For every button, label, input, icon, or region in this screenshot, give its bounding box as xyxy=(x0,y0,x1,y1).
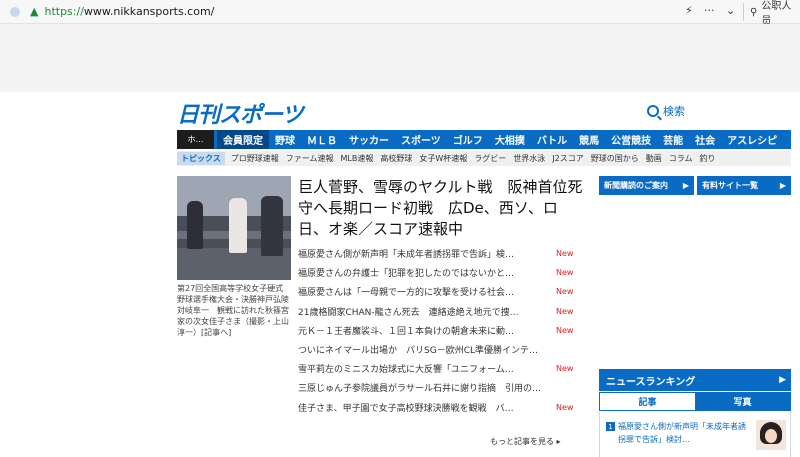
news-list: 福原愛さん側が新声明「未成年者誘拐罪で告訴」検… New 福原愛さんの弁護士「犯罪… xyxy=(298,244,578,417)
subscribe-label: 新聞購読のご案内 xyxy=(604,181,668,190)
url-host: www.nikkansports.com/ xyxy=(83,5,215,18)
topic-link[interactable]: J2スコア xyxy=(552,153,583,164)
browser-address-bar: ▲ https://www.nikkansports.com/ ⚡ ··· ⌄ … xyxy=(0,0,800,27)
nav-item-sumo[interactable]: 大相撲 xyxy=(489,132,531,147)
more-menu-icon[interactable]: ··· xyxy=(704,4,715,17)
more-articles-link[interactable]: もっと記事を見る ▸ xyxy=(490,436,561,447)
secure-lock-icon[interactable]: ▲ xyxy=(30,5,38,18)
subscribe-button[interactable]: 新聞購読のご案内 ▶ xyxy=(599,176,694,195)
search-icon: ⚲ xyxy=(750,6,758,18)
new-badge: New xyxy=(556,249,574,259)
topic-link[interactable]: 野球の国から xyxy=(591,153,639,164)
topic-link[interactable]: 動画 xyxy=(646,153,662,164)
lead-photo[interactable] xyxy=(177,176,291,280)
topic-link[interactable]: ラグビー xyxy=(474,153,506,164)
chevron-down-icon[interactable]: ⌄ xyxy=(726,4,735,17)
list-item[interactable]: ついにネイマール出場か パリSG－欧州CL準優勝インテ… xyxy=(298,340,578,359)
list-item[interactable]: 21歳格闘家CHAN-龍さん死去 連絡途絶え地元で捜… New xyxy=(298,302,578,321)
list-item[interactable]: 福原愛さん側が新声明「未成年者誘拐罪で告訴」検… New xyxy=(298,244,578,263)
nav-item-keiba[interactable]: 競馬 xyxy=(573,132,605,147)
paid-sites-button[interactable]: 有料サイト一覧 ▶ xyxy=(697,176,791,195)
ranking-item-title: 福原愛さん側が新声明「未成年者誘拐罪で告訴」検討… xyxy=(618,422,746,444)
lightning-icon[interactable]: ⚡ xyxy=(685,4,693,17)
chevron-right-icon: ▶ xyxy=(779,375,786,385)
nav-item-golf[interactable]: ゴルフ xyxy=(447,132,489,147)
site-logo[interactable]: 日刊スポーツ xyxy=(177,97,305,128)
new-badge: New xyxy=(556,306,574,316)
nav-item-society[interactable]: 社会 xyxy=(689,132,721,147)
nav-item-mlb[interactable]: ＭＬＢ xyxy=(301,132,343,147)
nav-home[interactable]: ホ… xyxy=(177,130,214,149)
list-item[interactable]: 福原愛さんは「一母親で一方的に攻撃を受ける社会… New xyxy=(298,282,578,301)
nav-item-sports[interactable]: スポーツ xyxy=(395,132,447,147)
photo-person xyxy=(261,196,283,256)
nav-item-members[interactable]: 会員限定 xyxy=(217,130,269,149)
topics-bar: トピックス プロ野球速報 ファーム速報 MLB速報 高校野球 女子W杯速報 ラグ… xyxy=(177,151,791,166)
chevron-right-icon: ▶ xyxy=(682,181,689,190)
nav-item-baseball[interactable]: 野球 xyxy=(269,132,301,147)
ranking-title: ニュースランキング xyxy=(606,376,696,388)
ranking-header[interactable]: ニュースランキング ▶ xyxy=(599,369,791,391)
rank-number: 1 xyxy=(606,422,615,431)
url-scheme: https:// xyxy=(44,5,84,18)
topics-label: トピックス xyxy=(177,152,225,165)
photo-person xyxy=(187,201,203,249)
topic-link[interactable]: ファーム速報 xyxy=(286,153,334,164)
nav-item-athlete-recipe[interactable]: アスレシピ xyxy=(721,132,783,147)
browser-search-box[interactable]: ⚲ 公职人员 xyxy=(750,1,800,27)
topic-link[interactable]: 世界水泳 xyxy=(513,153,545,164)
topic-link[interactable]: プロ野球速報 xyxy=(231,153,279,164)
list-item[interactable]: 元Ｋ－１王者魔裟斗、１回１本負けの朝倉未来に動… New xyxy=(298,321,578,340)
topic-link[interactable]: コラム xyxy=(669,153,693,164)
list-item[interactable]: 雪平莉左のミニスカ始球式に大反響「ユニフォーム… New xyxy=(298,359,578,378)
ranking-item[interactable]: 1 福原愛さん側が新声明「未成年者誘拐罪で告訴」検討… xyxy=(599,412,791,457)
topic-link[interactable]: 高校野球 xyxy=(380,153,412,164)
nav-item-soccer[interactable]: サッカー xyxy=(343,132,395,147)
nav-item-entertainment[interactable]: 芸能 xyxy=(657,132,689,147)
paid-sites-label: 有料サイト一覧 xyxy=(702,181,758,190)
photo-caption[interactable]: 第27回全国高等学校女子硬式野球選手権大会・決勝神戸弘陵対岐阜一 観戦に訪れた秋… xyxy=(177,283,291,338)
site-info-icon[interactable] xyxy=(10,6,20,17)
ad-banner-area xyxy=(0,24,800,92)
list-item[interactable]: 三原じゅん子参院議員がラサール石井に謝り指摘 引用の… xyxy=(298,378,578,397)
site-search-button[interactable]: 検索 xyxy=(647,103,685,119)
browser-search-text: 公职人员 xyxy=(761,1,792,27)
new-badge: New xyxy=(556,287,574,297)
ranking-tabs: 記事 写真 xyxy=(599,392,791,411)
main-nav: ホ… 会員限定 野球 ＭＬＢ サッカー スポーツ ゴルフ 大相撲 バトル 競馬 … xyxy=(177,130,791,149)
top-headline[interactable]: 巨人菅野、雪辱のヤクルト戦 阪神首位死守へ長期ロード初戦 広De、西ソ、ロ日、オ… xyxy=(298,177,585,240)
new-badge: New xyxy=(556,268,574,278)
topic-link[interactable]: MLB速報 xyxy=(341,153,374,164)
url-field[interactable]: https://www.nikkansports.com/ xyxy=(44,5,214,18)
chevron-right-icon: ▶ xyxy=(779,181,786,190)
ranking-thumbnail xyxy=(756,420,786,450)
site-search-label: 検索 xyxy=(663,105,685,118)
list-item[interactable]: 福原愛さんの弁護士「犯罪を犯したのではないかと… New xyxy=(298,263,578,282)
photo-person xyxy=(229,198,247,253)
toolbar-divider xyxy=(743,3,744,21)
topic-link[interactable]: 女子W杯速報 xyxy=(419,153,467,164)
new-badge: New xyxy=(556,325,574,335)
new-badge: New xyxy=(556,364,574,374)
nav-item-battle[interactable]: バトル xyxy=(531,132,573,147)
thumb-face xyxy=(765,429,777,443)
topic-link[interactable]: 釣り xyxy=(700,153,716,164)
list-item[interactable]: 佳子さま、甲子園で女子高校野球決勝戦を観戦 バ… New xyxy=(298,398,578,417)
search-icon xyxy=(647,105,659,117)
new-badge: New xyxy=(556,402,574,412)
tab-photos[interactable]: 写真 xyxy=(695,393,790,410)
nav-item-public-racing[interactable]: 公営競技 xyxy=(605,132,657,147)
tab-articles[interactable]: 記事 xyxy=(600,393,695,410)
